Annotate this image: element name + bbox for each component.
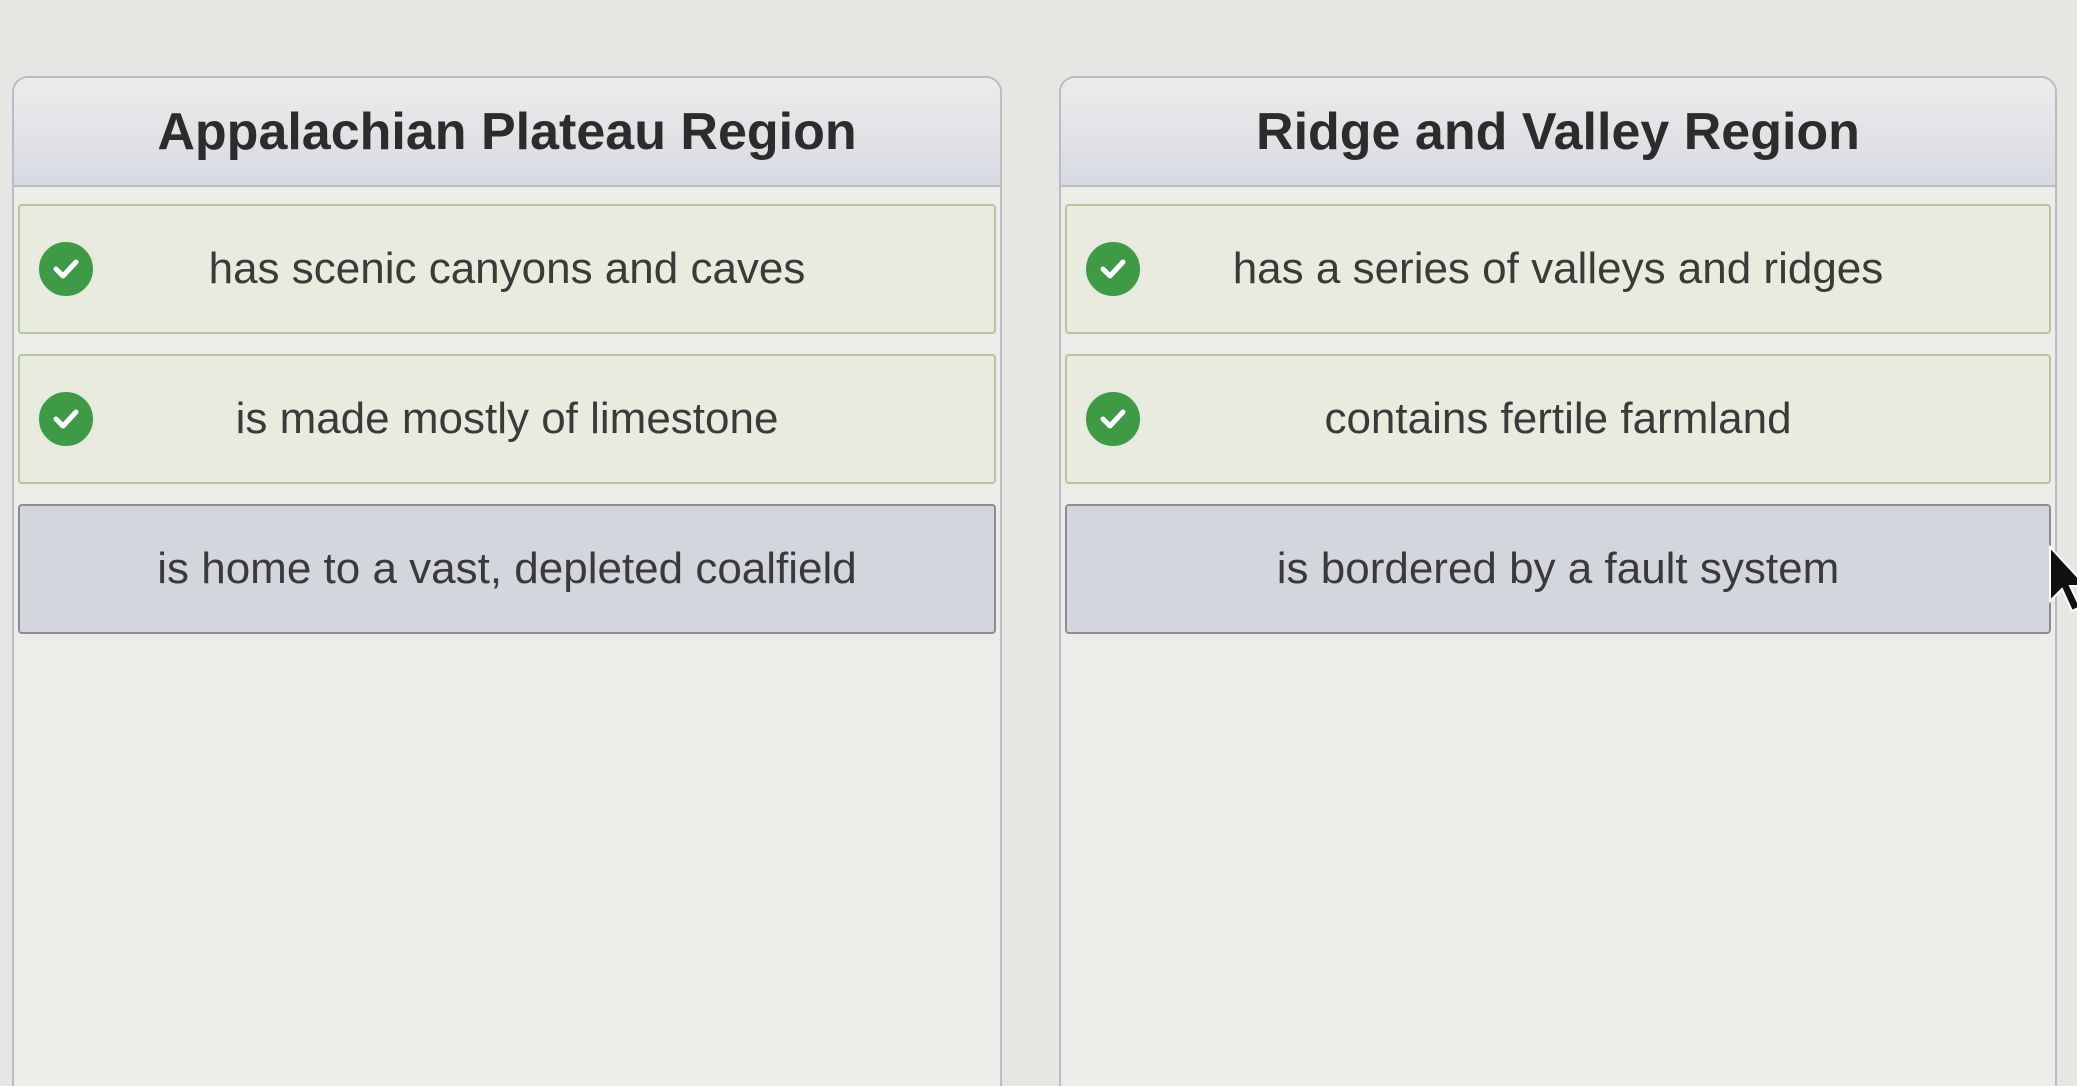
draggable-item[interactable]: is made mostly of limestone xyxy=(18,354,996,484)
draggable-item[interactable]: is bordered by a fault system xyxy=(1065,504,2051,634)
item-list: has scenic canyons and caves is made mos… xyxy=(18,204,996,654)
draggable-item[interactable]: has scenic canyons and caves xyxy=(18,204,996,334)
draggable-item[interactable]: is home to a vast, depleted coalfield xyxy=(18,504,996,634)
item-label: is made mostly of limestone xyxy=(235,394,779,443)
check-circle-icon xyxy=(36,239,96,299)
column-title: Appalachian Plateau Region xyxy=(14,78,1000,187)
item-label: is bordered by a fault system xyxy=(1276,544,1840,593)
check-circle-icon xyxy=(1083,239,1143,299)
check-circle-icon xyxy=(1083,389,1143,449)
column-title: Ridge and Valley Region xyxy=(1061,78,2055,187)
drop-zone-appalachian-plateau[interactable]: Appalachian Plateau Region has scenic ca… xyxy=(12,76,1002,1086)
check-circle-icon xyxy=(36,389,96,449)
drop-zone-ridge-and-valley[interactable]: Ridge and Valley Region has a series of … xyxy=(1059,76,2057,1086)
item-label: has scenic canyons and caves xyxy=(208,244,806,293)
item-list: has a series of valleys and ridges conta… xyxy=(1065,204,2051,654)
item-label: is home to a vast, depleted coalfield xyxy=(157,544,857,593)
item-label: contains fertile farmland xyxy=(1324,394,1792,443)
draggable-item[interactable]: has a series of valleys and ridges xyxy=(1065,204,2051,334)
item-label: has a series of valleys and ridges xyxy=(1232,244,1884,293)
mouse-cursor-icon xyxy=(2049,545,2077,613)
draggable-item[interactable]: contains fertile farmland xyxy=(1065,354,2051,484)
